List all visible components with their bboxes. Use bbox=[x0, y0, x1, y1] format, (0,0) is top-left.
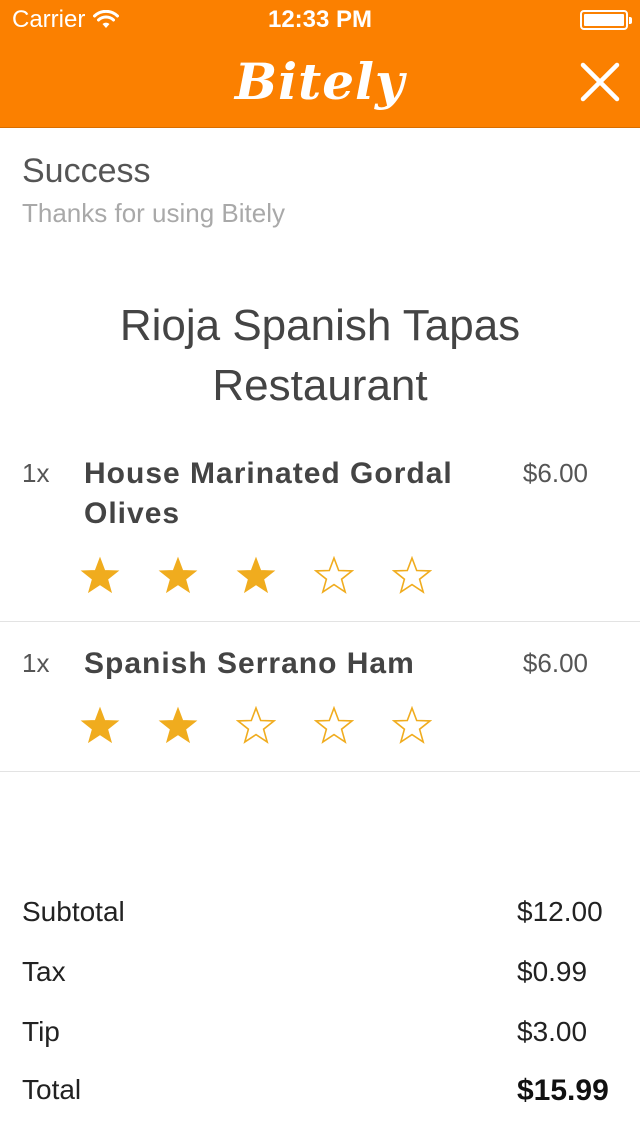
star-filled-icon[interactable] bbox=[158, 556, 198, 596]
status-bar: Carrier 12:33 PM bbox=[0, 0, 640, 40]
star-filled-icon[interactable] bbox=[158, 706, 198, 746]
star-empty-icon[interactable] bbox=[392, 706, 432, 746]
order-item: 1x House Marinated Gordal Olives $6.00 bbox=[0, 440, 640, 622]
star-empty-icon[interactable] bbox=[392, 556, 432, 596]
star-empty-icon[interactable] bbox=[314, 706, 354, 746]
nav-bar: Bitely bbox=[0, 40, 640, 128]
subtotal-value: $12.00 bbox=[517, 896, 603, 927]
star-filled-icon[interactable] bbox=[80, 556, 120, 596]
success-title: Success bbox=[22, 152, 151, 190]
app-logo: Bitely bbox=[234, 52, 406, 111]
total-label: Total bbox=[22, 1074, 82, 1105]
item-price: $6.00 bbox=[522, 458, 588, 488]
restaurant-name: Rioja Spanish Tapas Restaurant bbox=[119, 301, 521, 410]
star-filled-icon[interactable] bbox=[80, 706, 120, 746]
battery-icon bbox=[580, 10, 632, 30]
tip-value: $3.00 bbox=[517, 1016, 588, 1047]
rating-stars[interactable] bbox=[80, 556, 432, 596]
total-value: $15.99 bbox=[517, 1074, 609, 1107]
item-quantity: 1x bbox=[22, 648, 50, 678]
star-empty-icon[interactable] bbox=[314, 556, 354, 596]
star-empty-icon[interactable] bbox=[236, 706, 276, 746]
tip-label: Tip bbox=[22, 1016, 60, 1047]
success-subtitle: Thanks for using Bitely bbox=[22, 198, 286, 228]
item-price: $6.00 bbox=[522, 648, 588, 678]
item-quantity: 1x bbox=[22, 458, 50, 488]
item-name: House Marinated Gordal Olives bbox=[84, 457, 453, 530]
tax-label: Tax bbox=[22, 956, 66, 987]
rating-stars[interactable] bbox=[80, 706, 432, 746]
item-name: Spanish Serrano Ham bbox=[84, 647, 415, 680]
order-item: 1x Spanish Serrano Ham $6.00 bbox=[0, 622, 640, 772]
subtotal-label: Subtotal bbox=[22, 896, 125, 927]
status-time: 12:33 PM bbox=[267, 6, 373, 33]
tax-value: $0.99 bbox=[517, 956, 588, 987]
star-filled-icon[interactable] bbox=[236, 556, 276, 596]
close-button[interactable] bbox=[578, 60, 622, 104]
close-icon bbox=[580, 62, 620, 102]
